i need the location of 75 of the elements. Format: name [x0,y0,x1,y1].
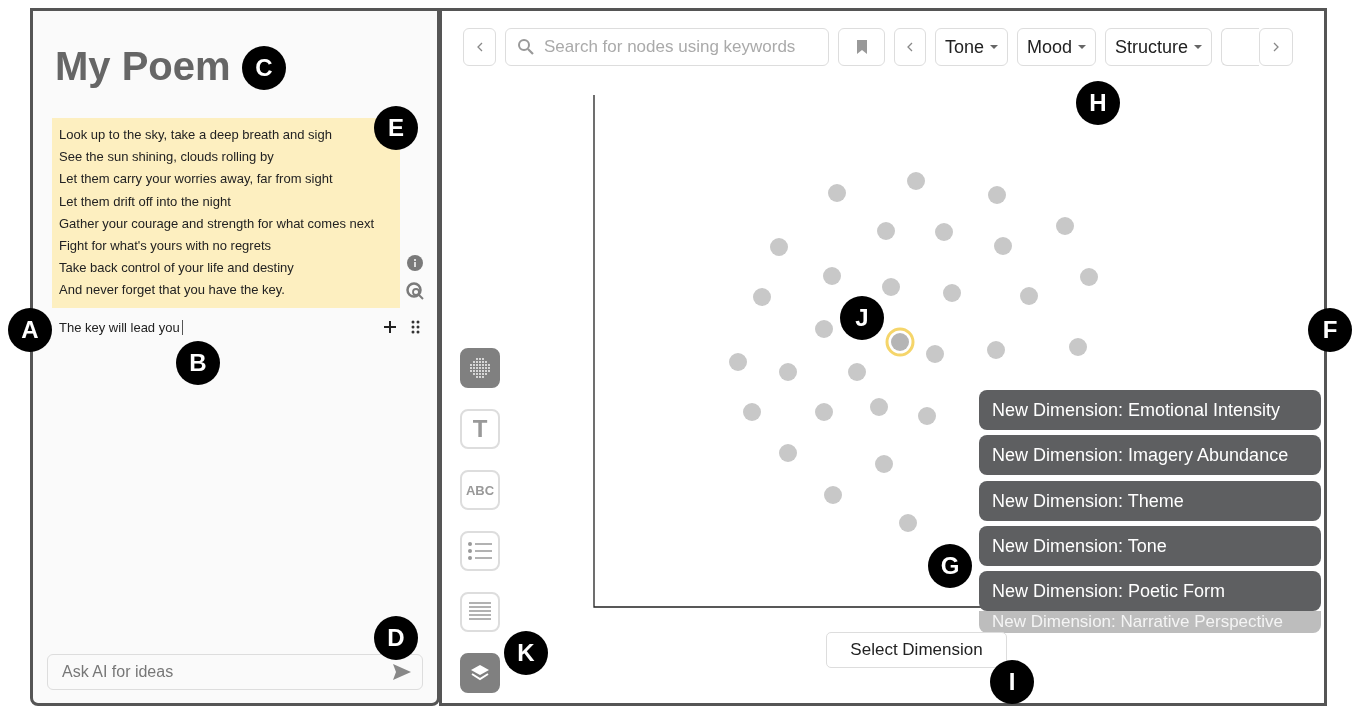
dimension-option[interactable]: New Dimension: Theme [979,481,1321,521]
scatter-dot[interactable] [1056,217,1074,235]
poem-line: And never forget that you have the key. [59,281,286,300]
scatter-dot[interactable] [824,486,842,504]
next-button[interactable] [1259,28,1294,66]
plus-icon[interactable] [383,320,397,335]
scatter-dot[interactable] [882,278,900,296]
tool-button[interactable] [460,348,500,388]
tool-button[interactable] [460,653,500,693]
dimension-option[interactable]: New Dimension: Tone [979,526,1321,566]
poem-line: Take back control of your life and destiny [59,259,295,278]
current-line-text: The key will lead you [59,319,180,335]
scatter-dot[interactable] [815,403,833,421]
filter-dropdown[interactable]: Structure [1105,28,1213,66]
poem-title: My Poem [55,44,231,88]
filter-dropdown[interactable]: Mood [1017,28,1097,66]
scatter-dot[interactable] [907,172,925,190]
target-search-icon[interactable] [406,281,424,300]
text-cursor [181,319,183,335]
bookmark-icon [855,40,868,54]
dot-grid-icon [469,357,491,379]
layers-icon [470,664,490,682]
bookmark-button[interactable] [838,28,885,66]
callout-badge: F [1308,308,1352,352]
dimension-option[interactable]: New Dimension: Emotional Intensity [979,390,1321,430]
highlighted-dot[interactable] [885,327,915,357]
chevron-left-icon [906,41,914,53]
scatter-dot[interactable] [753,288,771,306]
bullet-list-icon [468,542,492,560]
scatter-dot[interactable] [988,186,1006,204]
poem-line: Let them drift off into the night [59,192,232,211]
scatter-dot[interactable] [770,238,788,256]
search-field[interactable]: Search for nodes using keywords [505,28,829,66]
poem-line: Let them carry your worries away, far from sight [59,170,334,189]
info-icon[interactable] [406,253,424,272]
filter-dropdown[interactable] [1221,28,1260,66]
drag-handle-icon[interactable] [411,320,420,335]
text-lines-icon [469,602,491,622]
dimension-option[interactable]: New Dimension: Imagery Abundance [979,435,1321,475]
scatter-dot[interactable] [1020,287,1038,305]
scatter-dot[interactable] [828,184,846,202]
scatter-dot[interactable] [935,223,953,241]
scatter-dot[interactable] [987,341,1005,359]
scatter-dot[interactable] [875,455,893,473]
previous-button[interactable] [894,28,926,66]
poem-line: Look up to the sky, take a deep breath and sigh [59,126,333,144]
scatter-dot[interactable] [943,284,961,302]
poem-line: Gather your courage and strength for what comes next [59,214,376,233]
chevron-left-icon [475,41,484,53]
scatter-dot[interactable] [926,345,944,363]
scatter-dot[interactable] [877,222,895,240]
dimension-option[interactable]: New Dimension: Poetic Form [979,571,1321,611]
poem-line: Fight for what's yours with no regrets [59,237,272,255]
search-icon [517,38,535,56]
chevron-right-icon [1272,41,1281,53]
scatter-dot[interactable] [729,353,747,371]
scatter-dot[interactable] [1080,268,1098,286]
scatter-dot[interactable] [918,407,936,425]
callout-badge: A [8,308,52,352]
scatter-dot[interactable] [823,267,841,285]
scatter-dot[interactable] [779,444,797,462]
filter-dropdown[interactable]: Tone [935,28,1009,66]
poem-line: See the sun shining, clouds rolling by [59,148,275,167]
scatter-dot[interactable] [779,363,797,381]
scatter-dot[interactable] [848,363,866,381]
scatter-dot[interactable] [815,320,833,338]
select-dimension-button[interactable]: Select Dimension [826,632,1007,668]
chat-input-field[interactable]: Ask AI for ideas [47,654,423,690]
scatter-dot[interactable] [870,398,888,416]
scatter-dot[interactable] [899,514,917,532]
scatter-dot[interactable] [743,403,761,421]
send-icon[interactable] [392,663,412,681]
scatter-dot[interactable] [994,237,1012,255]
scatter-dot[interactable] [1069,338,1087,356]
back-button[interactable] [463,28,496,66]
